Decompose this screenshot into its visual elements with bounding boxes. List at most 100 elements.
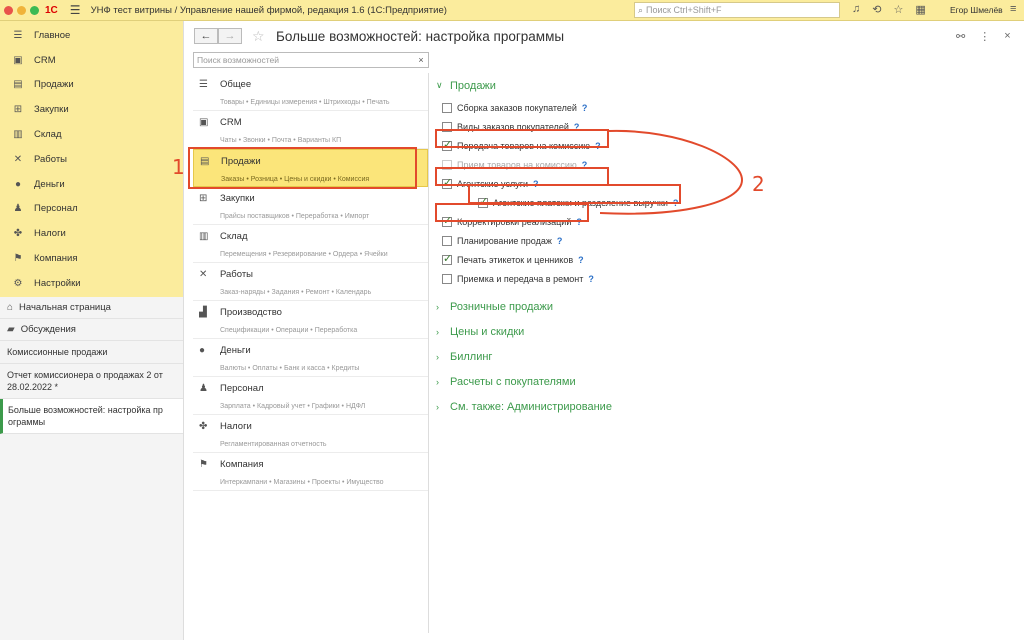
group-sales[interactable]: ∨ Продажи [436, 73, 1016, 98]
maximize-window-icon[interactable] [30, 5, 39, 15]
discussions-link[interactable]: ▰ Обсуждения [0, 319, 183, 341]
section-money[interactable]: ● Деньги [0, 172, 183, 197]
category-subtitle: Товары • Единицы измерения • Штрихкоды •… [220, 99, 390, 106]
option-label-printing[interactable]: Печать этикеток и ценников? [436, 250, 1016, 269]
sections-panel: ☰ Главное ▣ CRM ▤ Продажи ⊞ Закупки ▥ Склад ✕… [0, 21, 183, 297]
section-label: Налоги [34, 228, 66, 240]
section-main[interactable]: ☰ Главное [0, 23, 183, 48]
money-icon: ● [199, 344, 206, 356]
option-label: Планирование продаж [457, 235, 552, 246]
group-title: Продажи [450, 79, 496, 92]
tools-icon: ✕ [199, 268, 208, 280]
category-taxes[interactable]: ✤ Налоги Регламентированная отчетность [193, 415, 428, 453]
global-search-input[interactable]: ⌕ Поиск Ctrl+Shift+F [634, 2, 840, 18]
category-purchases[interactable]: ⊞ Закупки Прайсы поставщиков • Переработка… [193, 187, 428, 225]
feature-search-placeholder: Поиск возможностей [197, 55, 279, 65]
flag-icon: ⚑ [13, 253, 23, 265]
category-money[interactable]: ● Деньги Валюты • Оплаты • Банк и касса • … [193, 339, 428, 377]
section-label: Компания [34, 253, 78, 265]
sales-icon: ▤ [13, 79, 23, 91]
group-settlements[interactable]: › Расчеты с покупателями [436, 369, 1016, 394]
home-label: Начальная страница [19, 302, 111, 313]
category-warehouse[interactable]: ▥ Склад Перемещения • Резервирование • Орд… [193, 225, 428, 263]
home-page-link[interactable]: ⌂ Начальная страница [0, 297, 183, 319]
open-window-item[interactable]: Комиссионные продажи [0, 341, 183, 364]
close-window-icon[interactable] [4, 5, 13, 15]
open-window-item-active[interactable]: Больше возможностей: настройка пр ограмм… [0, 399, 183, 434]
category-title: Работы [220, 268, 253, 280]
open-window-item[interactable]: Отчет комиссионера о продажах 2 от 28.02… [0, 364, 183, 399]
title-bar: 1С ☰ УНФ тест витрины / Управление нашей… [0, 0, 1024, 21]
chevron-right-icon: › [436, 351, 439, 362]
chevron-down-icon: ∨ [436, 80, 443, 90]
section-purchases[interactable]: ⊞ Закупки [0, 97, 183, 122]
category-subtitle: Чаты • Звонки • Почта • Варианты КП [220, 137, 342, 144]
group-retail[interactable]: › Розничные продажи [436, 294, 1016, 319]
group-see-also[interactable]: › См. также: Администрирование [436, 394, 1016, 419]
category-company[interactable]: ⚑ Компания Интеркампани • Магазины • Проек… [193, 453, 428, 491]
clear-search-button[interactable]: × [414, 55, 428, 65]
category-staff[interactable]: ♟ Персонал Зарплата • Кадровый учет • Граф… [193, 377, 428, 415]
home-icon: ⌂ [7, 302, 14, 313]
section-settings[interactable]: ⚙ Настройки [0, 271, 183, 296]
settings-menu-icon[interactable]: ≡ [1010, 3, 1016, 15]
section-sales[interactable]: ▤ Продажи [0, 73, 183, 98]
checkbox[interactable] [442, 273, 452, 284]
option-order-assembly[interactable]: Сборка заказов покупателей? [436, 98, 1016, 117]
section-warehouse[interactable]: ▥ Склад [0, 122, 183, 147]
help-icon[interactable]: ? [578, 255, 584, 265]
section-staff[interactable]: ♟ Персонал [0, 197, 183, 222]
section-label: Закупки [34, 104, 69, 116]
gear-icon: ⚙ [13, 277, 23, 289]
category-production[interactable]: ▟ Производство Спецификации • Операции • П… [193, 301, 428, 339]
staff-icon: ♟ [13, 203, 23, 215]
section-label: Склад [34, 129, 62, 141]
checkbox-checked[interactable] [442, 252, 452, 265]
category-crm[interactable]: ▣ CRM Чаты • Звонки • Почта • Варианты КП [193, 111, 428, 149]
group-billing[interactable]: › Биллинг [436, 344, 1016, 369]
history-icon[interactable]: ⟲ [872, 3, 881, 16]
section-crm[interactable]: ▣ CRM [0, 48, 183, 73]
bell-icon[interactable]: ♫ [852, 3, 860, 16]
favorites-star-icon[interactable]: ☆ [893, 3, 903, 16]
main-content: ← → ☆ Больше возможностей: настройка про… [184, 21, 1024, 640]
minimize-window-icon[interactable] [17, 5, 26, 15]
annotation-number-1: 1 [172, 155, 185, 179]
forward-button[interactable]: → [218, 28, 242, 44]
option-repair[interactable]: Приемка и передача в ремонт? [436, 269, 1016, 288]
chevron-right-icon: › [436, 401, 439, 412]
feature-search-input[interactable]: Поиск возможностей × [193, 52, 429, 68]
sidebar: ☰ Главное ▣ CRM ▤ Продажи ⊞ Закупки ▥ Склад ✕… [0, 21, 184, 640]
checkbox[interactable] [442, 235, 452, 246]
section-company[interactable]: ⚑ Компания [0, 246, 183, 271]
purchases-icon: ⊞ [199, 192, 208, 204]
section-taxes[interactable]: ✤ Налоги [0, 221, 183, 246]
help-icon[interactable]: ? [557, 236, 563, 246]
checkbox[interactable] [442, 102, 452, 113]
category-general[interactable]: ☰ Общее Товары • Единицы измерения • Штрих… [193, 73, 428, 111]
warehouse-icon: ▥ [199, 230, 209, 242]
more-icon[interactable]: ⋮ [979, 30, 990, 43]
help-icon[interactable]: ? [588, 274, 594, 284]
section-works[interactable]: ✕ Работы [0, 147, 183, 172]
back-button[interactable]: ← [194, 28, 218, 44]
category-works[interactable]: ✕ Работы Заказ-наряды • Задания • Ремонт •… [193, 263, 428, 301]
category-title: Склад [220, 230, 248, 242]
taxes-icon: ✤ [13, 228, 23, 240]
category-title: Деньги [220, 344, 251, 356]
group-title: Розничные продажи [450, 300, 553, 313]
favorite-star-icon[interactable]: ☆ [252, 28, 265, 45]
section-label: Продажи [34, 79, 74, 91]
link-icon[interactable]: ⚯ [956, 30, 965, 43]
option-sales-planning[interactable]: Планирование продаж? [436, 231, 1016, 250]
close-icon[interactable]: × [1004, 30, 1010, 43]
category-subtitle: Валюты • Оплаты • Банк и касса • Кредиты [220, 365, 360, 372]
help-icon[interactable]: ? [582, 103, 588, 113]
grid-icon[interactable]: ▦ [915, 3, 925, 16]
user-name[interactable]: Егор Шмелёв [950, 5, 1003, 15]
option-label: Приемка и передача в ремонт [457, 273, 584, 284]
group-prices[interactable]: › Цены и скидки [436, 319, 1016, 344]
main-menu-icon[interactable]: ☰ [70, 3, 81, 17]
category-subtitle: Интеркампани • Магазины • Проекты • Имущ… [220, 479, 384, 486]
section-label: Деньги [34, 178, 65, 190]
